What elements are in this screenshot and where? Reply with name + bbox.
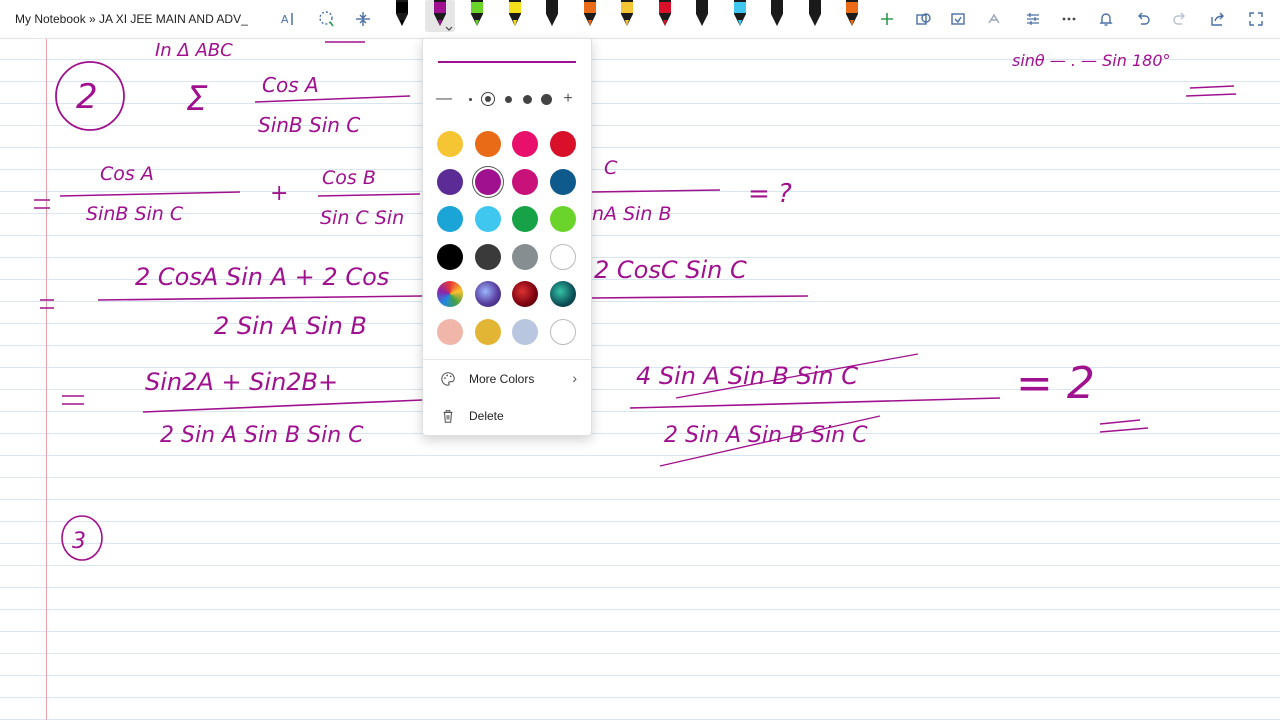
color-swatch[interactable] xyxy=(474,281,501,307)
pen-10[interactable] xyxy=(731,0,749,32)
color-swatch[interactable] xyxy=(437,168,463,195)
pen-color-panel: — + More Colors › Delete xyxy=(422,38,592,436)
note-page-canvas[interactable]: In Δ ABC 2 Σ Cos A SinB Sin C Cos A SinB… xyxy=(0,38,1280,720)
ink-line1-term1-numerator: Cos A xyxy=(100,163,154,185)
pen-3[interactable] xyxy=(468,0,486,32)
ribbon-toolbar: My Notebook » JA XI JEE MAIN AND ADV_ A xyxy=(0,0,1280,39)
ink-line3-numerator-left: Sin2A + Sin2B+ xyxy=(145,368,338,396)
ink-heading: In Δ ABC xyxy=(155,40,233,61)
ink-line2-numerator-right: 2 CosC Sin C xyxy=(594,256,747,284)
size-option-5[interactable] xyxy=(537,89,555,109)
color-swatch[interactable] xyxy=(512,206,538,232)
color-swatch[interactable] xyxy=(549,168,576,195)
color-swatch[interactable] xyxy=(437,281,463,307)
ink-line1-term3-numerator: C xyxy=(604,157,618,179)
bell-icon[interactable] xyxy=(1096,8,1116,30)
panel-divider xyxy=(423,359,591,360)
pen-size-row: — + xyxy=(435,89,579,109)
ink-top-right-note: sinθ — . — Sin 180° xyxy=(1012,51,1171,70)
undo-icon[interactable] xyxy=(1133,8,1153,30)
ink-line1-term2-numerator: Cos B xyxy=(322,167,376,189)
more-colors-menu-item[interactable]: More Colors › xyxy=(423,362,591,396)
redo-icon[interactable] xyxy=(1170,8,1190,30)
ink-line3-denominator-left: 2 Sin A Sin B Sin C xyxy=(160,423,364,448)
color-swatch[interactable] xyxy=(437,318,463,345)
add-pen-icon[interactable] xyxy=(877,8,897,30)
pen-1[interactable] xyxy=(393,0,411,32)
ink-line2-denominator: 2 Sin A Sin B xyxy=(214,312,367,340)
pen-9[interactable] xyxy=(693,0,711,32)
color-swatch[interactable] xyxy=(549,206,576,232)
svg-text:A: A xyxy=(281,13,289,26)
color-swatch[interactable] xyxy=(549,243,576,270)
ink-sum-denominator: SinB Sin C xyxy=(258,113,360,137)
ink-result: = 2 xyxy=(1016,358,1095,409)
size-option-1[interactable] xyxy=(465,89,475,109)
pen-12[interactable] xyxy=(806,0,824,32)
more-icon[interactable] xyxy=(1059,8,1079,30)
size-option-4[interactable] xyxy=(519,89,535,109)
color-swatch[interactable] xyxy=(549,281,576,307)
color-swatch[interactable] xyxy=(437,243,463,270)
ink-problem-number-2: 2 xyxy=(76,77,98,117)
color-swatch[interactable] xyxy=(474,206,501,232)
ink-line1-term3-denominator: nA Sin B xyxy=(592,203,672,225)
color-swatch[interactable] xyxy=(437,206,463,232)
pen-6[interactable] xyxy=(581,0,599,32)
share-icon[interactable] xyxy=(1208,8,1228,30)
ink-line1-term2-denominator: Sin C Sin xyxy=(320,207,404,229)
ink-sum-numerator: Cos A xyxy=(262,73,319,97)
ink-plus-sign-1: + xyxy=(270,181,288,206)
size-option-3[interactable] xyxy=(501,89,515,109)
delete-label: Delete xyxy=(469,409,504,423)
stroke-preview xyxy=(438,61,576,63)
pen-11[interactable] xyxy=(768,0,786,32)
pen-5[interactable] xyxy=(543,0,561,32)
text-select-icon[interactable]: A xyxy=(279,8,299,30)
more-colors-label: More Colors xyxy=(469,372,535,386)
ink-line2-numerator-left: 2 CosA Sin A + 2 Cos xyxy=(135,263,389,291)
lasso-icon[interactable] xyxy=(316,8,336,30)
insert-space-icon[interactable] xyxy=(353,8,373,30)
ink-sigma: Σ xyxy=(186,79,208,119)
convert-icon[interactable] xyxy=(948,8,968,30)
color-swatch[interactable] xyxy=(474,243,501,270)
color-swatch[interactable] xyxy=(512,131,538,157)
ink-question: = ? xyxy=(748,179,792,209)
color-swatch[interactable] xyxy=(512,168,538,195)
math-icon[interactable] xyxy=(985,8,1005,30)
color-swatch[interactable] xyxy=(512,281,538,307)
pen-7[interactable] xyxy=(618,0,636,32)
trash-icon xyxy=(439,407,457,425)
color-swatch[interactable] xyxy=(437,131,463,157)
ink-problem-number-3: 3 xyxy=(72,529,86,554)
ink-line1-term1-denominator: SinB Sin C xyxy=(86,203,184,225)
ruler-icon[interactable] xyxy=(1023,8,1043,30)
size-option-2-selected[interactable] xyxy=(479,89,497,109)
pen-2-selected[interactable] xyxy=(424,0,455,32)
ink-line3-denominator-right: 2 Sin A Sin B Sin C xyxy=(664,423,868,448)
pen-4[interactable] xyxy=(506,0,524,32)
color-swatch[interactable] xyxy=(549,131,576,157)
color-swatch-selected[interactable] xyxy=(474,168,501,195)
pen-13[interactable] xyxy=(843,0,861,32)
color-swatch[interactable] xyxy=(512,318,538,345)
shapes-icon[interactable] xyxy=(913,8,933,30)
ink-line3-numerator-right: 4 Sin A Sin B Sin C xyxy=(636,362,858,390)
increase-size-icon[interactable]: + xyxy=(559,89,577,109)
color-swatch[interactable] xyxy=(512,243,538,270)
delete-pen-menu-item[interactable]: Delete xyxy=(423,399,591,433)
pen-8[interactable] xyxy=(656,0,674,32)
decrease-size-icon[interactable]: — xyxy=(435,89,453,109)
palette-icon xyxy=(439,370,457,388)
color-swatch[interactable] xyxy=(474,318,501,345)
fullscreen-icon[interactable] xyxy=(1246,8,1266,30)
handwritten-ink-layer: In Δ ABC 2 Σ Cos A SinB Sin C Cos A SinB… xyxy=(34,40,1237,561)
chevron-right-icon: › xyxy=(572,370,577,386)
color-swatch[interactable] xyxy=(474,131,501,157)
breadcrumb[interactable]: My Notebook » JA XI JEE MAIN AND ADV_ xyxy=(15,12,248,26)
color-swatch[interactable] xyxy=(549,318,576,345)
